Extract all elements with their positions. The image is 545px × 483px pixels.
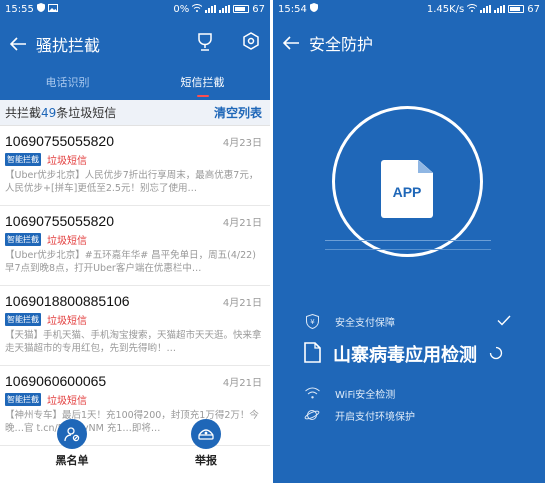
clear-list-button[interactable]: 清空列表 [214,104,262,121]
check-label: WiFi安全检测 [335,389,396,401]
checkmark-icon [497,315,511,329]
scan-line [325,240,491,241]
sender-number: 10690755055820 [5,133,115,149]
summary-suffix: 条垃圾短信 [56,106,117,120]
wifi-icon [466,3,478,15]
wifi-icon [301,385,323,401]
summary-text: 共拦截49条垃圾短信 [5,104,116,121]
spam-label: 垃圾短信 [47,156,87,167]
smart-block-badge: 智能拦截 [5,233,41,246]
report-label: 举报 [176,452,236,468]
blocked-count: 49 [41,106,57,120]
back-arrow-icon[interactable] [273,31,309,55]
check-item-wifi: WiFi安全检测 [273,385,545,401]
check-label: 山寨病毒应用检测 [333,345,477,366]
message-date: 4月21日 [222,217,262,229]
tab-sms-block[interactable]: 短信拦截 [135,70,270,100]
message-date: 4月21日 [222,297,262,309]
header-area: 15:55 0% 67 骚扰拦截 电话识别 短信拦截 [0,0,270,100]
scan-line [325,249,491,250]
back-arrow-icon[interactable] [0,32,36,56]
status-time: 15:55 [5,3,34,15]
image-icon [47,3,58,15]
blacklist-button[interactable]: 黑名单 [42,419,102,468]
smart-block-badge: 智能拦截 [5,393,41,406]
document-icon [304,341,321,367]
left-screen: 15:55 0% 67 骚扰拦截 电话识别 短信拦截 共拦截49条垃圾短信 清空… [0,0,270,483]
battery-percent: 0% [173,3,190,15]
app-header: 安全防护 [273,18,545,68]
payment-shield-icon: ¥ [301,313,323,329]
message-preview: 【Uber优步北京】人民优步7折出行享周末，最高优惠7元，人民优步+[拼车]更低… [5,170,259,194]
tab-bar: 电话识别 短信拦截 [0,70,270,100]
sender-number: 10690755055820 [5,213,115,229]
tab-call-identify[interactable]: 电话识别 [0,70,135,100]
spam-label: 垃圾短信 [47,236,87,247]
summary-prefix: 共拦截 [5,106,42,120]
trophy-icon[interactable] [196,32,214,56]
message-preview: 【Uber优步北京】#五环嘉年华# 昌平免单日，周五(4/22) 早7点到晚8点… [5,250,256,274]
spam-label: 垃圾短信 [47,316,87,327]
list-item[interactable]: 10690755055820 4月23日 智能拦截 垃圾短信 【Uber优步北京】人… [0,126,270,206]
sender-number: 1069060600065 [5,373,107,389]
signal-icon [219,5,231,13]
page-title: 骚扰拦截 [36,36,101,55]
battery-icon [233,5,250,13]
loading-spinner-icon [489,345,503,364]
wifi-icon [191,3,203,15]
signal-icon [494,5,506,13]
check-item-virus: 山寨病毒应用检测 [273,341,545,367]
page-title: 安全防护 [309,35,374,54]
blacklist-label: 黑名单 [42,452,102,468]
smart-block-badge: 智能拦截 [5,153,41,166]
list-item[interactable]: 10690755055820 4月21日 智能拦截 垃圾短信 【Uber优步北京】#… [0,206,270,286]
check-label: 安全支付保障 [335,317,395,329]
battery-level: 67 [527,3,540,15]
svg-text:¥: ¥ [310,318,315,326]
check-item-env: 开启支付环境保护 [273,407,545,423]
status-bar: 15:54 1.45K/s 67 [273,0,545,18]
report-button[interactable]: 举报 [176,419,236,468]
app-header: 骚扰拦截 [0,18,270,70]
sender-number: 1069018800885106 [5,293,130,309]
message-list: 10690755055820 4月23日 智能拦截 垃圾短信 【Uber优步北京】人… [0,126,270,446]
status-time: 15:54 [278,3,307,15]
shield-icon [309,3,318,15]
spam-label: 垃圾短信 [47,396,87,407]
status-bar: 15:55 0% 67 [0,0,270,18]
report-icon [191,419,221,449]
list-item[interactable]: 1069018800885106 4月21日 智能拦截 垃圾短信 【天猫】手机天猫、… [0,286,270,366]
right-screen: 15:54 1.45K/s 67 安全防护 APP ¥ 安全支付保障 山寨病毒应… [273,0,545,483]
message-date: 4月23日 [222,137,262,149]
signal-icon [480,5,492,13]
smart-block-badge: 智能拦截 [5,313,41,326]
summary-bar: 共拦截49条垃圾短信 清空列表 [0,100,270,126]
app-file-label: APP [392,184,422,200]
person-block-icon [57,419,87,449]
battery-icon [508,5,525,13]
network-speed: 1.45K/s [426,3,465,15]
check-label: 开启支付环境保护 [335,411,415,423]
battery-level: 67 [252,3,265,15]
shield-icon [36,3,45,15]
message-preview: 【天猫】手机天猫、手机淘宝搜索，天猫超市天天逛。快来拿走天猫超市的专用红包，先到… [5,330,262,354]
signal-icon [205,5,217,13]
planet-icon [301,407,323,423]
check-item-payment: ¥ 安全支付保障 [273,313,545,329]
settings-icon[interactable] [242,32,260,54]
message-date: 4月21日 [222,377,262,389]
